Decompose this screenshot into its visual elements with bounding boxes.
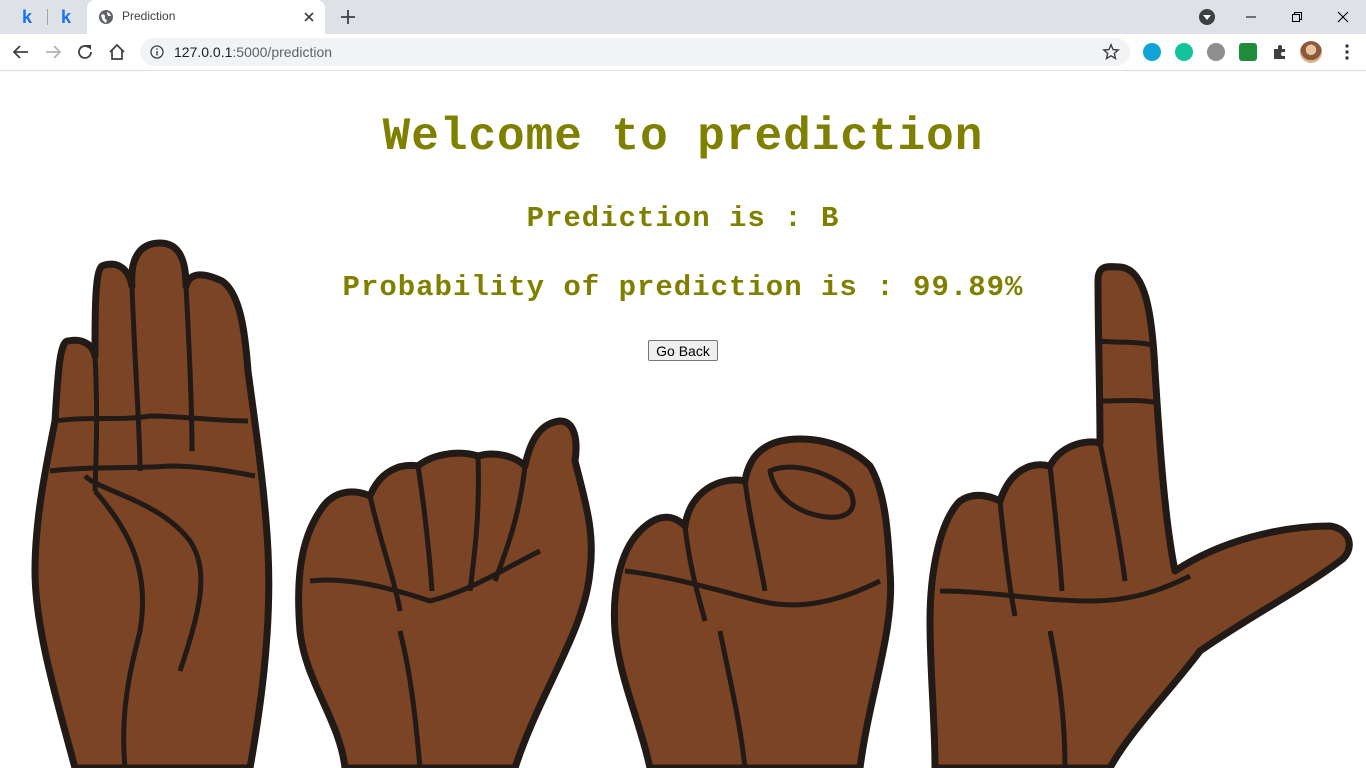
reload-icon: [78, 45, 92, 59]
globe-icon: [99, 10, 113, 24]
home-icon: [109, 43, 125, 60]
window-close-icon: [1337, 11, 1349, 23]
new-tab-icon[interactable]: [338, 7, 358, 27]
url-host: 127.0.0.1: [174, 44, 233, 60]
extension-icon-4[interactable]: [1239, 43, 1257, 61]
minimize-button[interactable]: [1228, 0, 1274, 34]
browser-toolbar: 127.0.0.1:5000/prediction: [0, 34, 1366, 71]
back-button[interactable]: [9, 40, 33, 64]
grammarly-icon[interactable]: [1175, 43, 1193, 61]
url-text[interactable]: 127.0.0.1:5000/prediction: [174, 44, 332, 60]
star-icon[interactable]: [1102, 43, 1120, 61]
prediction-result: Prediction is : B: [526, 202, 840, 235]
more-icon[interactable]: [1339, 43, 1355, 61]
close-icon[interactable]: [301, 9, 317, 25]
restore-icon: [1292, 12, 1302, 22]
pinned-tab-2[interactable]: k: [46, 0, 86, 34]
page-viewport: Welcome to prediction Prediction is : B …: [0, 71, 1366, 768]
hand-b: [31, 239, 273, 768]
puzzle-icon[interactable]: [1271, 43, 1289, 61]
reload-button[interactable]: [73, 40, 97, 64]
tab-title: Prediction: [122, 9, 176, 23]
extension-icon-3[interactable]: [1207, 43, 1225, 61]
restore-button[interactable]: [1274, 0, 1320, 34]
arrow-left-icon: [12, 45, 28, 59]
tab-strip: k k Prediction: [0, 0, 1366, 34]
pinned-tab-2-label: k: [60, 6, 71, 27]
sign-language-hands-illustration: [31, 239, 1353, 768]
active-tab[interactable]: Prediction: [87, 0, 325, 34]
pinned-tab-1-label: k: [21, 6, 32, 27]
tab-search-icon[interactable]: [1199, 9, 1215, 25]
forward-button[interactable]: [41, 40, 65, 64]
pinned-tab-1[interactable]: k: [7, 0, 47, 34]
avatar[interactable]: [1300, 41, 1322, 63]
info-icon[interactable]: [150, 45, 164, 59]
go-back-button[interactable]: Go Back: [648, 340, 718, 361]
page-heading: Welcome to prediction: [382, 111, 984, 163]
minimize-icon: [1246, 16, 1256, 18]
home-button[interactable]: [105, 40, 129, 64]
window-close-button[interactable]: [1320, 0, 1366, 34]
prediction-probability: Probability of prediction is : 99.89%: [342, 271, 1024, 304]
address-bar[interactable]: 127.0.0.1:5000/prediction: [140, 38, 1130, 66]
arrow-right-icon: [46, 45, 62, 59]
extension-icon-1[interactable]: [1143, 43, 1161, 61]
url-path: :5000/prediction: [232, 44, 333, 60]
